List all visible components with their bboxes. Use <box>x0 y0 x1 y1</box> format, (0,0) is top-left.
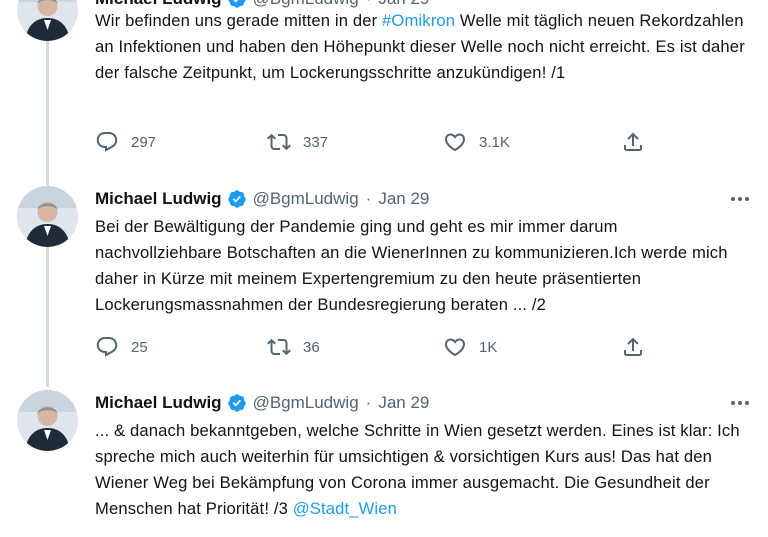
verified-badge-icon <box>227 393 247 413</box>
author-handle[interactable]: @BgmLudwig <box>253 393 359 413</box>
more-options-icon <box>745 401 749 405</box>
like-icon <box>444 133 466 152</box>
author-name[interactable]: Michael Ludwig <box>95 393 222 413</box>
tweet-text: ... & danach bekanntgeben, welche Schrit… <box>95 418 745 522</box>
like-count: 3.1K <box>479 133 510 151</box>
more-options-button[interactable] <box>728 187 752 211</box>
share-button[interactable] <box>621 127 645 157</box>
more-options-icon <box>738 197 742 201</box>
avatar-photo-icon <box>17 186 78 247</box>
reply-button[interactable]: 297 <box>95 127 156 157</box>
verified-badge-icon <box>227 189 247 209</box>
avatar-photo-icon <box>17 0 78 41</box>
retweet-button[interactable]: 36 <box>267 332 320 362</box>
tweet-date[interactable]: Jan 29 <box>378 189 429 209</box>
more-options-icon <box>731 401 735 405</box>
share-icon <box>624 337 642 356</box>
thread-connector <box>46 247 49 387</box>
hashtag-link[interactable]: #Omikron <box>382 11 455 30</box>
separator-dot: · <box>365 393 372 412</box>
reply-count: 25 <box>131 338 148 356</box>
tweet-text-part: Wir befinden uns gerade mitten in der <box>95 11 383 30</box>
tweet-text-part: ... & danach bekanntgeben, welche Schrit… <box>95 421 740 518</box>
avatar[interactable] <box>17 390 78 451</box>
avatar[interactable] <box>17 0 78 41</box>
tweet-text: Bei der Bewältigung der Pandemie ging un… <box>95 217 728 314</box>
tweet-date[interactable]: Jan 29 <box>378 393 429 413</box>
tweet-header: Michael Ludwig @BgmLudwig · Jan 29 <box>95 187 429 211</box>
retweet-count: 337 <box>303 133 329 151</box>
retweet-icon <box>267 338 291 356</box>
share-icon <box>624 132 642 151</box>
more-options-button[interactable] <box>728 391 752 415</box>
twitter-thread: Michael Ludwig @BgmLudwig · Jan 29 Wir b… <box>0 0 768 537</box>
like-button[interactable]: 1K <box>443 332 497 362</box>
author-handle[interactable]: @BgmLudwig <box>253 189 359 209</box>
retweet-icon <box>267 133 291 151</box>
avatar-photo-icon <box>17 390 78 451</box>
tweet-header: Michael Ludwig @BgmLudwig · Jan 29 <box>95 391 429 415</box>
tweet-text: Wir befinden uns gerade mitten in der #O… <box>95 8 745 86</box>
separator-dot: · <box>365 189 372 208</box>
reply-count: 297 <box>131 133 157 151</box>
share-button[interactable] <box>621 332 645 362</box>
like-button[interactable]: 3.1K <box>443 127 510 157</box>
mention-link[interactable]: @Stadt_Wien <box>293 499 397 518</box>
reply-button[interactable]: 25 <box>95 332 148 362</box>
retweet-button[interactable]: 337 <box>267 127 328 157</box>
like-icon <box>444 338 466 357</box>
retweet-count: 36 <box>303 338 320 356</box>
author-name[interactable]: Michael Ludwig <box>95 189 222 209</box>
more-options-icon <box>738 401 742 405</box>
reply-icon <box>96 337 118 357</box>
reply-icon <box>96 132 118 152</box>
more-options-icon <box>731 197 735 201</box>
like-count: 1K <box>479 338 498 356</box>
avatar[interactable] <box>17 186 78 247</box>
more-options-icon <box>745 197 749 201</box>
